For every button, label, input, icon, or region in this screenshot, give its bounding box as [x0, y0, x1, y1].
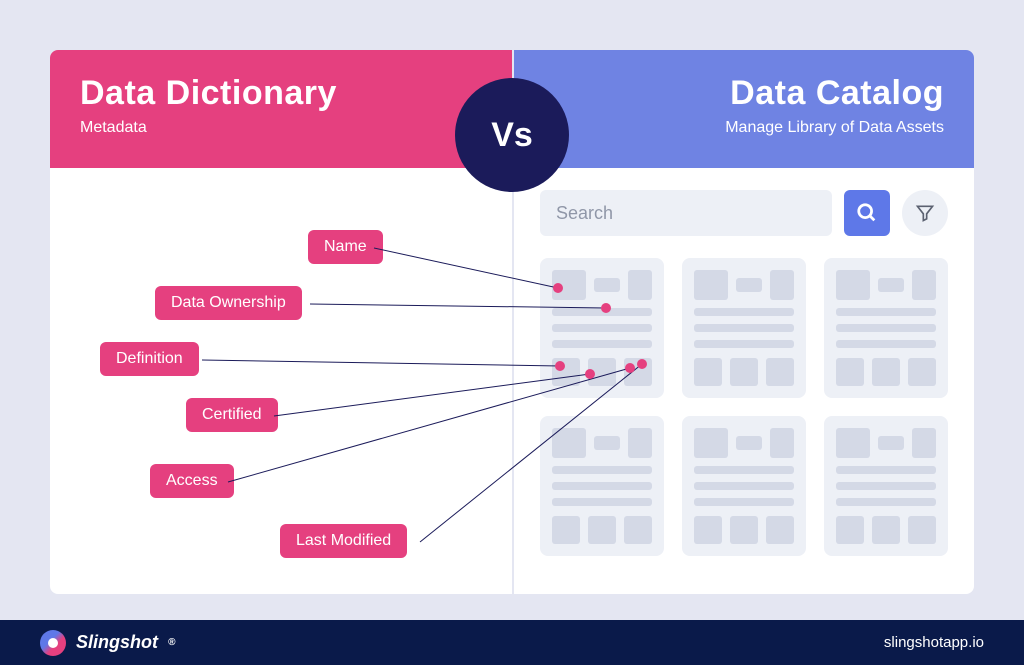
tags-area: Name Data Ownership Definition Certified…	[50, 168, 512, 594]
left-panel: Data Dictionary Metadata Name Data Owner…	[50, 50, 512, 594]
tag-name: Name	[308, 230, 383, 264]
tag-access: Access	[150, 464, 234, 498]
comparison-container: Data Dictionary Metadata Name Data Owner…	[50, 50, 974, 594]
brand: Slingshot ®	[40, 630, 175, 656]
asset-grid	[540, 258, 948, 556]
vs-text: Vs	[491, 116, 533, 155]
asset-card[interactable]	[682, 416, 806, 556]
right-subtitle: Manage Library of Data Assets	[544, 119, 944, 137]
filter-button[interactable]	[902, 190, 948, 236]
search-row: Search	[540, 190, 948, 236]
asset-card[interactable]	[540, 416, 664, 556]
right-panel: Data Catalog Manage Library of Data Asse…	[512, 50, 974, 594]
tag-definition: Definition	[100, 342, 199, 376]
asset-card[interactable]	[824, 416, 948, 556]
footer-url: slingshotapp.io	[884, 634, 984, 651]
tag-last-modified: Last Modified	[280, 524, 407, 558]
tag-ownership: Data Ownership	[155, 286, 302, 320]
search-button[interactable]	[844, 190, 890, 236]
funnel-icon	[915, 203, 935, 223]
tag-certified: Certified	[186, 398, 278, 432]
asset-card[interactable]	[682, 258, 806, 398]
search-input[interactable]: Search	[540, 190, 832, 236]
catalog-body: Search	[514, 168, 974, 594]
left-subtitle: Metadata	[80, 119, 482, 137]
footer: Slingshot ® slingshotapp.io	[0, 620, 1024, 665]
logo-icon	[40, 630, 66, 656]
brand-name: Slingshot	[76, 632, 158, 653]
vs-badge: Vs	[455, 78, 569, 192]
right-header: Data Catalog Manage Library of Data Asse…	[514, 50, 974, 168]
asset-card[interactable]	[540, 258, 664, 398]
right-title: Data Catalog	[544, 74, 944, 113]
search-placeholder: Search	[556, 203, 613, 224]
search-icon	[856, 202, 878, 224]
left-header: Data Dictionary Metadata	[50, 50, 512, 168]
left-title: Data Dictionary	[80, 74, 482, 113]
asset-card[interactable]	[824, 258, 948, 398]
